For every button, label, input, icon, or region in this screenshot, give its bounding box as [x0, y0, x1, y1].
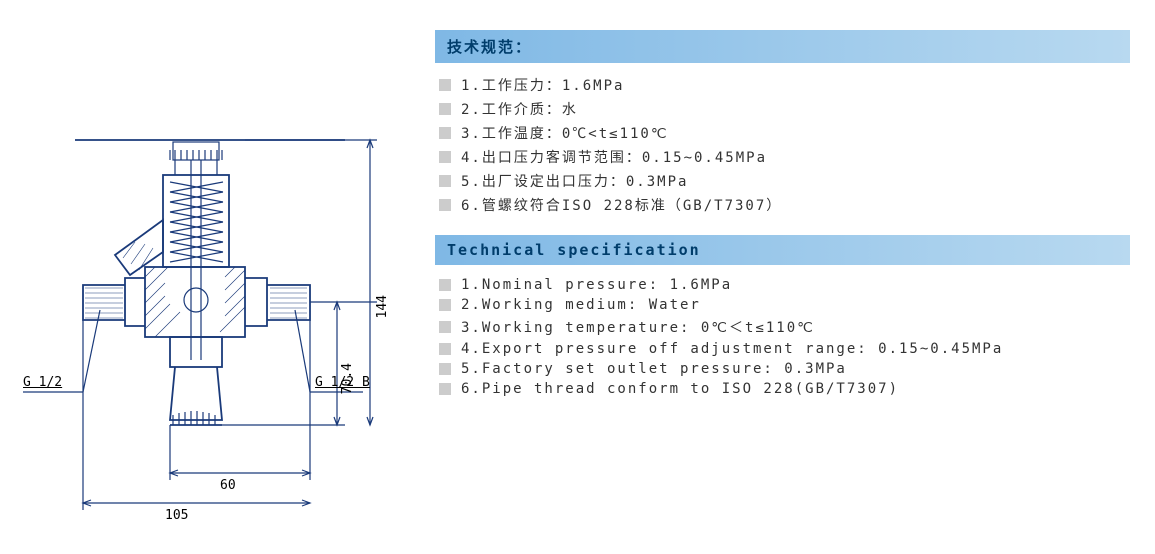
spec-text: 4.Export pressure off adjustment range: …: [461, 341, 1003, 357]
spec-item: 4.出口压力客调节范围：0.15~0.45MPa: [435, 145, 1135, 169]
valve-cross-section-svg: [5, 20, 425, 550]
spec-text: 4.出口压力客调节范围：0.15~0.45MPa: [461, 147, 767, 167]
spec-item: 5.出厂设定出口压力：0.3MPa: [435, 169, 1135, 193]
spec-text: 2.工作介质：水: [461, 99, 578, 119]
bullet-icon: [439, 383, 451, 395]
spec-list-en: 1.Nominal pressure: 1.6MPa 2.Working med…: [435, 275, 1135, 417]
bullet-icon: [439, 175, 451, 187]
spec-item: 1.Nominal pressure: 1.6MPa: [435, 275, 1135, 295]
dim-width-inner: 60: [220, 478, 236, 493]
bullet-icon: [439, 79, 451, 91]
spec-header-cn: 技术规范：: [435, 30, 1130, 63]
technical-drawing: 144 70.4 60 105 G 1/2 G 1/2 B: [5, 20, 425, 550]
spec-text: 1.Nominal pressure: 1.6MPa: [461, 277, 732, 293]
spec-text: 1.工作压力：1.6MPa: [461, 75, 624, 95]
spec-item: 2.Working medium: Water: [435, 295, 1135, 315]
spec-item: 6.Pipe thread conform to ISO 228(GB/T730…: [435, 379, 1135, 399]
thread-label-right: G 1/2 B: [315, 375, 370, 390]
spec-text: 6.Pipe thread conform to ISO 228(GB/T730…: [461, 381, 899, 397]
spec-text: 3.工作温度：0℃<t≤110℃: [461, 123, 669, 143]
bullet-icon: [439, 343, 451, 355]
spec-item: 2.工作介质：水: [435, 97, 1135, 121]
dim-width-overall: 105: [165, 508, 188, 523]
bullet-icon: [439, 299, 451, 311]
bullet-icon: [439, 103, 451, 115]
bullet-icon: [439, 363, 451, 375]
spec-item: 3.Working temperature: 0℃＜t≤110℃: [435, 315, 1135, 339]
spec-item: 1.工作压力：1.6MPa: [435, 73, 1135, 97]
spec-text: 6.管螺纹符合ISO 228标准（GB/T7307）: [461, 195, 782, 215]
spec-text: 2.Working medium: Water: [461, 297, 701, 313]
bullet-icon: [439, 279, 451, 291]
thread-label-left: G 1/2: [23, 375, 62, 390]
spec-text: 5.Factory set outlet pressure: 0.3MPa: [461, 361, 847, 377]
spec-item: 4.Export pressure off adjustment range: …: [435, 339, 1135, 359]
spec-list-cn: 1.工作压力：1.6MPa 2.工作介质：水 3.工作温度：0℃<t≤110℃ …: [435, 73, 1135, 235]
bullet-icon: [439, 127, 451, 139]
spec-item: 3.工作温度：0℃<t≤110℃: [435, 121, 1135, 145]
bullet-icon: [439, 151, 451, 163]
spec-text: 3.Working temperature: 0℃＜t≤110℃: [461, 317, 815, 337]
spec-text: 5.出厂设定出口压力：0.3MPa: [461, 171, 688, 191]
spec-item: 6.管螺纹符合ISO 228标准（GB/T7307）: [435, 193, 1135, 217]
spec-item: 5.Factory set outlet pressure: 0.3MPa: [435, 359, 1135, 379]
bullet-icon: [439, 199, 451, 211]
bullet-icon: [439, 321, 451, 333]
spec-header-en: Technical specification: [435, 235, 1130, 265]
specifications-panel: 技术规范： 1.工作压力：1.6MPa 2.工作介质：水 3.工作温度：0℃<t…: [435, 30, 1135, 417]
dim-height-overall: 144: [375, 295, 390, 318]
